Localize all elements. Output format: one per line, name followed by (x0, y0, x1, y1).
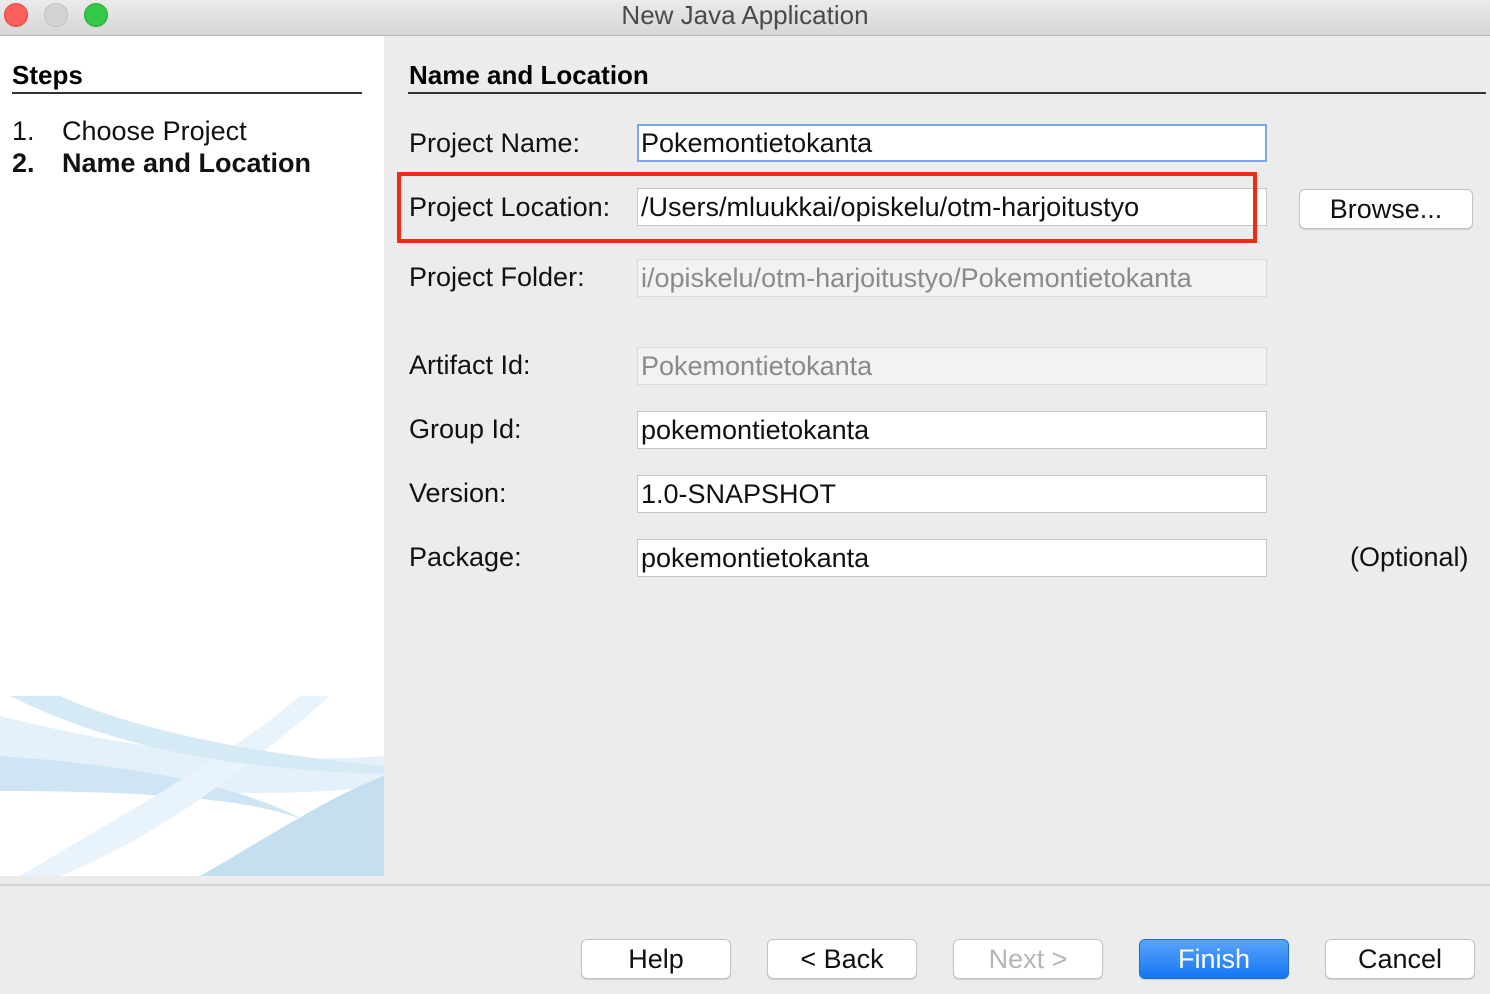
back-button[interactable]: < Back (767, 939, 917, 979)
group-id-field[interactable]: pokemontietokanta (637, 411, 1267, 449)
step-label: Name and Location (62, 148, 312, 178)
project-location-field[interactable]: /Users/mluukkai/opiskelu/otm-harjoitusty… (637, 188, 1267, 226)
step-number: 2. (12, 148, 35, 178)
help-button[interactable]: Help (581, 939, 731, 979)
next-button: Next > (953, 939, 1103, 979)
project-location-label: Project Location: (409, 192, 611, 222)
project-name-field[interactable]: Pokemontietokanta (637, 124, 1267, 162)
step-choose-project: 1. Choose Project (12, 116, 247, 147)
step-label: Choose Project (62, 116, 247, 146)
steps-panel: Steps 1. Choose Project 2. Name and Locati… (0, 36, 384, 876)
decorative-swoosh (0, 696, 384, 876)
project-name-label: Project Name: (409, 128, 581, 158)
version-label: Version: (409, 478, 507, 508)
cancel-button[interactable]: Cancel (1325, 939, 1475, 979)
step-number: 1. (12, 116, 35, 146)
section-divider (408, 92, 1486, 94)
window-title: New Java Application (621, 0, 869, 30)
footer-divider (0, 884, 1490, 886)
project-folder-field: i/opiskelu/otm-harjoitustyo/Pokemontieto… (637, 259, 1267, 297)
version-field[interactable]: 1.0-SNAPSHOT (637, 475, 1267, 513)
browse-button[interactable]: Browse... (1299, 189, 1473, 229)
artifact-id-label: Artifact Id: (409, 350, 531, 380)
finish-button[interactable]: Finish (1139, 939, 1289, 979)
group-id-label: Group Id: (409, 414, 522, 444)
project-folder-label: Project Folder: (409, 262, 585, 292)
steps-divider (12, 92, 362, 94)
section-title: Name and Location (409, 60, 649, 90)
package-field[interactable]: pokemontietokanta (637, 539, 1267, 577)
optional-note: (Optional) (1350, 542, 1469, 572)
artifact-id-field: Pokemontietokanta (637, 347, 1267, 385)
title-bar: New Java Application (0, 0, 1490, 36)
step-name-and-location: 2. Name and Location (12, 148, 311, 179)
steps-heading: Steps (12, 60, 83, 90)
package-label: Package: (409, 542, 522, 572)
